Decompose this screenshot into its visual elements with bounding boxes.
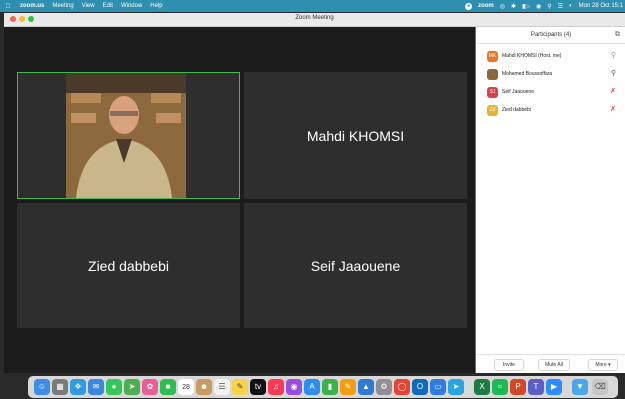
participant-name: Zied dabbebi bbox=[502, 107, 531, 113]
menu-bar:  zoom.us Meeting View Edit Window Help … bbox=[0, 0, 625, 12]
music-icon[interactable]: ♫ bbox=[268, 379, 284, 395]
zoom-status-label[interactable]: zoom bbox=[478, 3, 494, 9]
calendar-day: 28 bbox=[182, 384, 190, 391]
tv-icon[interactable]: tv bbox=[250, 379, 266, 395]
video-tile-active-speaker[interactable] bbox=[17, 72, 240, 199]
avatar bbox=[487, 68, 498, 80]
bluetooth-icon[interactable]: ✱ bbox=[511, 3, 516, 10]
messages-icon[interactable]: ● bbox=[106, 379, 122, 395]
photos-icon[interactable]: ✿ bbox=[142, 379, 158, 395]
participant-name: Mahdi KHOMSI (Host, me) bbox=[502, 53, 562, 59]
spotify-icon[interactable]: ≈ bbox=[492, 379, 508, 395]
video-grid: Mahdi KHOMSI Zied dabbebi Seif Jaaouene bbox=[4, 27, 474, 373]
menu-meeting[interactable]: Meeting bbox=[52, 3, 73, 9]
participants-header: Participants (4) ⧉ bbox=[476, 27, 625, 44]
outlook-icon[interactable]: O bbox=[412, 379, 428, 395]
participants-title: Participants (4) bbox=[530, 32, 572, 38]
trash-icon[interactable]: ⌫ bbox=[592, 379, 608, 395]
downloads-folder-icon[interactable]: ▼ bbox=[572, 379, 588, 395]
popout-icon[interactable]: ⧉ bbox=[615, 27, 620, 43]
title-bar: Zoom Meeting bbox=[4, 13, 625, 27]
video-tile-zied[interactable]: Zied dabbebi bbox=[17, 203, 240, 328]
calendar-icon[interactable]: 28 bbox=[178, 379, 194, 395]
control-icon[interactable]: ◎ bbox=[500, 3, 505, 10]
video-tile-seif[interactable]: Seif Jaaouene bbox=[244, 203, 467, 328]
tile-name: Zied dabbebi bbox=[88, 257, 169, 274]
notes-icon[interactable]: ✎ bbox=[232, 379, 248, 395]
telegram-icon[interactable]: ➤ bbox=[448, 379, 464, 395]
menu-edit[interactable]: Edit bbox=[103, 3, 113, 9]
dock: ☺ ▦ ❖ ✉ ● ➤ ✿ ■ 28 ☻ ☰ ✎ tv ♫ ◉ A ▮ ✎ ▲ … bbox=[28, 376, 618, 398]
app-store-icon[interactable]: A bbox=[304, 379, 320, 395]
window-title: Zoom Meeting bbox=[295, 15, 334, 21]
pages-icon[interactable]: ✎ bbox=[340, 379, 356, 395]
siri-icon[interactable]: ◐ bbox=[569, 3, 573, 9]
numbers-icon[interactable]: ▮ bbox=[322, 379, 338, 395]
mail-icon[interactable]: ✉ bbox=[88, 379, 104, 395]
menu-app-name[interactable]: zoom.us bbox=[20, 3, 44, 9]
wifi-icon[interactable]: ☰ bbox=[558, 3, 563, 10]
safari-icon[interactable]: ❖ bbox=[70, 379, 86, 395]
user-icon[interactable]: ◉ bbox=[536, 3, 541, 10]
participant-name: Mohamed Boussoffara bbox=[502, 71, 553, 77]
participant-row[interactable]: Mohamed Boussoffara ⚲ bbox=[487, 68, 625, 80]
chrome-icon[interactable]: ◯ bbox=[394, 379, 410, 395]
tile-name: Seif Jaaouene bbox=[310, 257, 401, 274]
finder-icon[interactable]: ☺ bbox=[34, 379, 50, 395]
apple-icon[interactable]:  bbox=[4, 3, 12, 10]
zoom-icon[interactable]: ▶ bbox=[546, 379, 562, 395]
excel-icon[interactable]: X bbox=[474, 379, 490, 395]
status-area: ● zoom ◎ ✱ ▮▷ ◉ ⚲ ☰ ◐ Mon 28 Oct 15:1 bbox=[459, 0, 623, 12]
invite-button[interactable]: Invite bbox=[494, 359, 524, 371]
mic-muted-icon[interactable]: ✗ bbox=[610, 87, 616, 95]
contacts-icon[interactable]: ☻ bbox=[196, 379, 212, 395]
launchpad-icon[interactable]: ▦ bbox=[52, 379, 68, 395]
participant-row[interactable]: SJ Seif Jaaouene ✗ bbox=[487, 86, 625, 98]
participant-video bbox=[66, 73, 186, 198]
clock-text[interactable]: Mon 28 Oct 15:1 bbox=[579, 3, 623, 9]
spotlight-search-icon[interactable]: ⚲ bbox=[547, 3, 551, 10]
participant-row[interactable]: Zd Zied dabbebi ✗ bbox=[487, 104, 625, 116]
avatar: MK bbox=[487, 50, 498, 62]
menu-window[interactable]: Window bbox=[121, 3, 142, 9]
avatar: Zd bbox=[487, 104, 498, 116]
participants-footer: Invite Mute All More ▾ bbox=[476, 354, 625, 373]
more-button[interactable]: More ▾ bbox=[588, 359, 618, 371]
zoom-status-icon[interactable]: ● bbox=[465, 2, 473, 10]
maps-icon[interactable]: ➤ bbox=[124, 379, 140, 395]
remote-desktop-icon[interactable]: ▭ bbox=[430, 379, 446, 395]
mute-all-button[interactable]: Mute All bbox=[538, 359, 570, 371]
tile-name: Mahdi KHOMSI bbox=[306, 127, 405, 144]
video-tile-mahdi[interactable]: Mahdi KHOMSI bbox=[244, 72, 467, 199]
teams-icon[interactable]: T bbox=[528, 379, 544, 395]
system-preferences-icon[interactable]: ⚙ bbox=[376, 379, 392, 395]
keynote-icon[interactable]: ▲ bbox=[358, 379, 374, 395]
participant-row[interactable]: MK Mahdi KHOMSI (Host, me) ⚲ bbox=[487, 50, 625, 62]
menu-view[interactable]: View bbox=[82, 3, 95, 9]
avatar: SJ bbox=[487, 86, 498, 98]
facetime-icon[interactable]: ■ bbox=[160, 379, 176, 395]
reminders-icon[interactable]: ☰ bbox=[214, 379, 230, 395]
zoom-meeting-window: Zoom Meeting Mahdi KHOMSI Zied dabbebi S… bbox=[4, 13, 625, 373]
participants-panel: Participants (4) ⧉ MK Mahdi KHOMSI (Host… bbox=[475, 27, 625, 373]
podcasts-icon[interactable]: ◉ bbox=[286, 379, 302, 395]
mic-muted-icon[interactable]: ✗ bbox=[610, 105, 616, 113]
participant-name: Seif Jaaouene bbox=[502, 89, 534, 95]
menu-help[interactable]: Help bbox=[150, 3, 162, 9]
powerpoint-icon[interactable]: P bbox=[510, 379, 526, 395]
battery-icon[interactable]: ▮▷ bbox=[522, 3, 530, 10]
mic-icon[interactable]: ⚲ bbox=[611, 51, 616, 59]
mic-icon[interactable]: ⚲ bbox=[611, 69, 616, 77]
